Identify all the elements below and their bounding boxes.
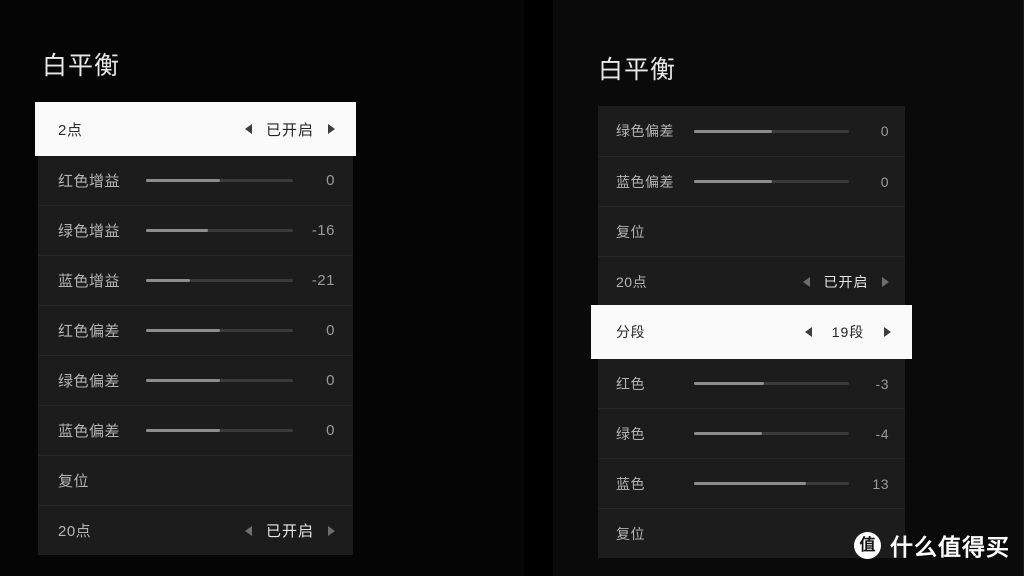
menu-row-left-3[interactable]: 蓝色增益 -21 <box>38 255 353 305</box>
row-label: 复位 <box>616 525 645 542</box>
menu-row-right-6[interactable]: 绿色 -4 <box>598 408 905 458</box>
watermark-badge-icon: 值 <box>854 531 881 559</box>
page-title-left: 白平衡 <box>42 52 121 80</box>
row-label: 绿色偏差 <box>58 373 121 390</box>
slider-track[interactable] <box>694 180 849 183</box>
menu-row-right-0[interactable]: 绿色偏差 0 <box>598 106 905 156</box>
chevron-left-icon[interactable] <box>245 525 252 536</box>
slider-fill <box>146 329 220 332</box>
slider-value: 13 <box>872 475 889 492</box>
slider-fill <box>146 229 208 232</box>
row-label: 蓝色增益 <box>58 273 121 290</box>
slider-fill <box>694 180 772 183</box>
stepper-value: 已开启 <box>823 273 869 290</box>
slider-fill <box>146 379 220 382</box>
slider-track[interactable] <box>694 432 849 435</box>
slider-fill <box>146 279 191 282</box>
row-label: 20点 <box>616 273 648 290</box>
slider-fill <box>694 382 764 385</box>
stepper: 已开启 <box>245 119 335 140</box>
right-settings-panel: 白平衡 绿色偏差 0 蓝色偏差 0 复位 20点 已开启分段 19段红色 -3 绿色 -4 蓝色 13 复… <box>553 0 1024 576</box>
white-balance-menu-right: 绿色偏差 0 蓝色偏差 0 复位 20点 已开启分段 19段红色 -3 绿色 -4 蓝色 13 复位 <box>592 106 911 558</box>
slider-track[interactable] <box>146 179 293 182</box>
slider-value: 0 <box>326 322 335 339</box>
slider-track[interactable] <box>146 229 293 232</box>
menu-row-right-5[interactable]: 红色 -3 <box>598 358 905 408</box>
slider-track[interactable] <box>694 482 849 485</box>
slider-value: 0 <box>326 172 335 189</box>
menu-row-right-4[interactable]: 分段 19段 <box>592 306 911 358</box>
slider-value: 0 <box>326 372 335 389</box>
slider-fill <box>146 429 220 432</box>
row-label: 20点 <box>58 523 92 540</box>
chevron-left-icon[interactable] <box>805 327 812 337</box>
chevron-right-icon[interactable] <box>884 327 891 337</box>
slider-value: -3 <box>875 375 889 392</box>
slider-value: 0 <box>880 123 889 139</box>
row-label: 绿色偏差 <box>616 123 674 139</box>
row-label: 绿色 <box>616 425 645 442</box>
stepper-value: 已开启 <box>265 523 314 540</box>
menu-row-left-1[interactable]: 红色增益 0 <box>38 155 353 205</box>
slider-value: -4 <box>875 425 889 442</box>
menu-row-right-1[interactable]: 蓝色偏差 0 <box>598 156 905 206</box>
row-label: 复位 <box>58 473 90 490</box>
watermark-label: 什么值得买 <box>890 534 1010 560</box>
chevron-left-icon[interactable] <box>245 124 252 134</box>
row-label: 绿色增益 <box>58 223 121 240</box>
panel-divider <box>524 0 553 576</box>
white-balance-menu-left: 2点 已开启 红色增益 0 绿色增益 -16 蓝色增益 -21 红色偏差 0 绿色偏差 0 蓝色偏差 0 复… <box>36 103 355 555</box>
slider-value: -16 <box>311 222 335 239</box>
slider-track[interactable] <box>694 129 849 133</box>
stepper: 已开启 <box>245 520 335 541</box>
row-label: 蓝色偏差 <box>616 173 674 190</box>
chevron-right-icon[interactable] <box>328 124 335 134</box>
slider-fill <box>146 179 220 182</box>
stepper: 已开启 <box>803 272 889 292</box>
page-title-right: 白平衡 <box>598 56 677 84</box>
menu-row-left-5[interactable]: 绿色偏差 0 <box>38 355 353 405</box>
menu-row-left-0[interactable]: 2点 已开启 <box>36 103 355 155</box>
chevron-right-icon[interactable] <box>882 276 889 287</box>
row-label: 红色偏差 <box>58 323 121 340</box>
menu-row-right-2[interactable]: 复位 <box>598 206 905 256</box>
row-label: 红色增益 <box>58 173 121 190</box>
slider-value: 0 <box>326 422 335 439</box>
slider-track[interactable] <box>146 279 293 282</box>
slider-track[interactable] <box>146 379 293 382</box>
row-label: 分段 <box>616 324 645 340</box>
stepper: 19段 <box>805 322 891 342</box>
slider-track[interactable] <box>146 329 293 332</box>
menu-row-left-4[interactable]: 红色偏差 0 <box>38 305 353 355</box>
watermark: 值 什么值得买 <box>854 528 1010 562</box>
slider-track[interactable] <box>694 382 849 385</box>
left-settings-panel: 白平衡 2点 已开启 红色增益 0 绿色增益 -16 蓝色增益 -21 红色偏差 0 绿色偏差 0 蓝色… <box>0 0 524 576</box>
menu-row-right-3[interactable]: 20点 已开启 <box>598 256 905 306</box>
slider-fill <box>694 482 806 485</box>
slider-fill <box>694 432 763 435</box>
slider-fill <box>694 129 772 133</box>
stepper-value: 已开启 <box>265 121 314 139</box>
row-label: 复位 <box>616 223 645 240</box>
chevron-right-icon[interactable] <box>328 525 335 536</box>
menu-row-right-7[interactable]: 蓝色 13 <box>598 458 905 508</box>
chevron-left-icon[interactable] <box>803 276 810 287</box>
menu-row-left-6[interactable]: 蓝色偏差 0 <box>38 405 353 455</box>
stepper-value: 19段 <box>831 324 865 340</box>
menu-row-left-8[interactable]: 20点 已开启 <box>38 505 353 555</box>
row-label: 红色 <box>616 375 645 392</box>
menu-row-left-7[interactable]: 复位 <box>38 455 353 505</box>
slider-value: -21 <box>311 272 335 289</box>
row-label: 蓝色 <box>616 475 645 492</box>
slider-value: 0 <box>880 173 889 190</box>
row-label: 蓝色偏差 <box>58 423 121 440</box>
slider-track[interactable] <box>146 429 293 432</box>
menu-row-left-2[interactable]: 绿色增益 -16 <box>38 205 353 255</box>
row-label: 2点 <box>58 121 83 139</box>
